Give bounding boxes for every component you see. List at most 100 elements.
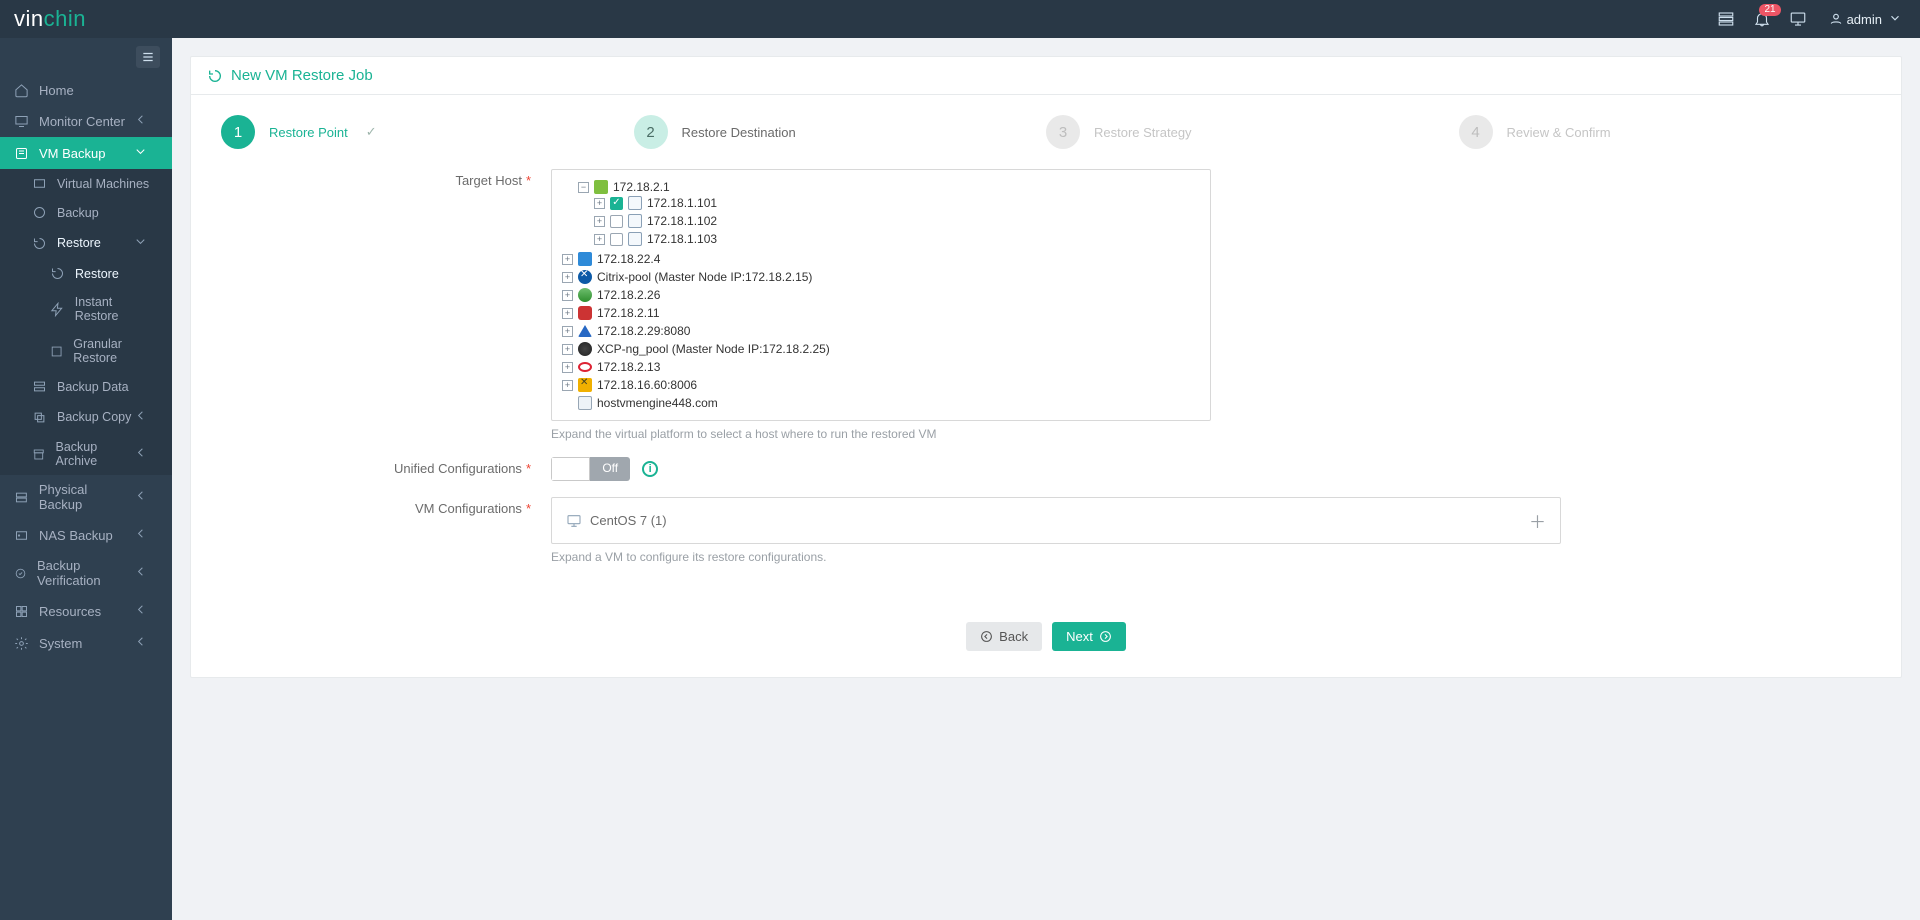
chevron-left-icon xyxy=(133,602,158,620)
target-host-hint: Expand the virtual platform to select a … xyxy=(551,427,1561,441)
expand-icon[interactable]: ＋ xyxy=(1529,508,1546,533)
user-name: admin xyxy=(1847,12,1882,27)
chevron-down-icon xyxy=(1888,11,1906,28)
sidebar-sub-backupdata[interactable]: Backup Data xyxy=(0,372,172,401)
tree-node-label[interactable]: 172.18.2.13 xyxy=(597,360,660,374)
back-button[interactable]: Back xyxy=(966,622,1042,651)
sidebar-item-home[interactable]: Home xyxy=(0,76,172,105)
tree-node-label[interactable]: 172.18.16.60:8006 xyxy=(597,378,697,392)
sidebar-item-vmbackup[interactable]: VM Backup xyxy=(0,137,172,169)
sidebar-item-verification[interactable]: Backup Verification xyxy=(0,551,172,595)
expand-icon[interactable]: + xyxy=(562,308,573,319)
step-number: 4 xyxy=(1459,115,1493,149)
platform-icon xyxy=(578,325,592,337)
wizard-step-3[interactable]: 3 Restore Strategy xyxy=(1046,115,1459,149)
chevron-left-icon xyxy=(133,445,158,463)
tree-node-label[interactable]: 172.18.2.26 xyxy=(597,288,660,302)
expand-icon[interactable]: + xyxy=(562,254,573,265)
next-button[interactable]: Next xyxy=(1052,622,1126,651)
sidebar-item-label: Home xyxy=(39,83,74,98)
sidebar-item-label: Granular Restore xyxy=(73,337,158,365)
sidebar-item-nasbackup[interactable]: NAS Backup xyxy=(0,519,172,551)
chevron-down-icon xyxy=(133,144,158,162)
expand-icon[interactable]: + xyxy=(562,362,573,373)
wizard-step-1[interactable]: 1 Restore Point ✓ xyxy=(221,115,634,149)
expand-icon[interactable]: + xyxy=(562,290,573,301)
sidebar-sub-granular-restore[interactable]: Granular Restore xyxy=(0,330,172,372)
tree-node-label[interactable]: 172.18.2.29:8080 xyxy=(597,324,690,338)
sidebar-sub-restore-restore[interactable]: Restore xyxy=(0,259,172,288)
platform-icon xyxy=(578,270,592,284)
tree-node-label[interactable]: 172.18.1.101 xyxy=(647,196,717,210)
expand-icon[interactable]: + xyxy=(594,198,605,209)
sidebar-sub-backupcopy[interactable]: Backup Copy xyxy=(0,401,172,433)
expand-icon[interactable]: + xyxy=(562,344,573,355)
sidebar-item-monitor[interactable]: Monitor Center xyxy=(0,105,172,137)
sidebar-item-label: Monitor Center xyxy=(39,114,125,129)
tasks-icon[interactable] xyxy=(1717,10,1735,28)
platform-icon xyxy=(578,362,592,372)
main: New VM Restore Job 1 Restore Point ✓ 2 R… xyxy=(172,38,1920,920)
sidebar-item-label: Backup xyxy=(57,206,99,220)
vm-config-row[interactable]: CentOS 7 (1) ＋ xyxy=(551,497,1561,544)
sidebar-sub-backuparchive[interactable]: Backup Archive xyxy=(0,433,172,475)
sidebar-sub-instant-restore[interactable]: Instant Restore xyxy=(0,288,172,330)
expand-icon[interactable]: + xyxy=(594,234,605,245)
wizard-steps: 1 Restore Point ✓ 2 Restore Destination … xyxy=(191,95,1901,163)
next-label: Next xyxy=(1066,629,1093,644)
platform-icon xyxy=(578,378,592,392)
step-number: 3 xyxy=(1046,115,1080,149)
wizard-step-2[interactable]: 2 Restore Destination xyxy=(634,115,1047,149)
target-host-tree[interactable]: − 172.18.2.1 +172.18.1.101 +172.18.1.102 +… xyxy=(551,169,1211,421)
host-checkbox[interactable] xyxy=(610,233,623,246)
platform-icon xyxy=(578,288,592,302)
unified-toggle[interactable]: Off xyxy=(551,457,630,481)
expand-icon[interactable]: + xyxy=(562,380,573,391)
chevron-left-icon xyxy=(133,634,158,652)
sidebar-item-resources[interactable]: Resources xyxy=(0,595,172,627)
step-label: Restore Strategy xyxy=(1094,125,1192,140)
sidebar-item-physicalbackup[interactable]: Physical Backup xyxy=(0,475,172,519)
chevron-left-icon xyxy=(133,564,158,582)
display-icon xyxy=(566,513,582,529)
tree-node-label[interactable]: XCP-ng_pool (Master Node IP:172.18.2.25) xyxy=(597,342,830,356)
platform-icon xyxy=(578,342,592,356)
info-icon[interactable]: i xyxy=(642,461,658,477)
tree-node-label[interactable]: Citrix-pool (Master Node IP:172.18.2.15) xyxy=(597,270,812,284)
tree-node-label[interactable]: 172.18.2.11 xyxy=(597,306,660,320)
collapse-icon[interactable]: − xyxy=(578,182,589,193)
user-menu[interactable]: admin xyxy=(1829,11,1906,28)
sidebar-item-label: Backup Verification xyxy=(37,558,133,588)
sidebar-sub-virtualmachines[interactable]: Virtual Machines xyxy=(0,169,172,198)
sidebar-sub-backup[interactable]: Backup xyxy=(0,198,172,227)
sidebar-item-label: Restore xyxy=(57,236,101,250)
bell-icon[interactable]: 21 xyxy=(1753,10,1771,28)
expand-icon xyxy=(562,398,573,409)
host-checkbox[interactable] xyxy=(610,215,623,228)
tree-node-label[interactable]: 172.18.1.103 xyxy=(647,232,717,246)
chevron-left-icon xyxy=(133,526,158,544)
expand-icon[interactable]: + xyxy=(562,326,573,337)
platform-icon xyxy=(578,306,592,320)
tree-node-label[interactable]: 172.18.1.102 xyxy=(647,214,717,228)
monitor-icon[interactable] xyxy=(1789,10,1807,28)
tree-node-label[interactable]: hostvmengine448.com xyxy=(597,396,718,410)
step-number: 1 xyxy=(221,115,255,149)
sidebar-sub-restore[interactable]: Restore xyxy=(0,227,172,259)
sidebar-item-label: Virtual Machines xyxy=(57,177,149,191)
expand-icon[interactable]: + xyxy=(594,216,605,227)
sidebar-item-system[interactable]: System xyxy=(0,627,172,659)
tree-node-label[interactable]: 172.18.2.1 xyxy=(613,180,670,194)
wizard-step-4[interactable]: 4 Review & Confirm xyxy=(1459,115,1872,149)
topbar: vinchin 21 admin xyxy=(0,0,1920,38)
host-checkbox[interactable] xyxy=(610,197,623,210)
wizard-footer: Back Next xyxy=(191,600,1901,677)
notif-badge: 21 xyxy=(1759,4,1780,16)
expand-icon[interactable]: + xyxy=(562,272,573,283)
check-icon: ✓ xyxy=(366,124,377,140)
brand-b: chin xyxy=(44,6,86,31)
sidebar-collapse[interactable] xyxy=(0,38,172,76)
tree-node-label[interactable]: 172.18.22.4 xyxy=(597,252,660,266)
target-host-label: Target Host* xyxy=(231,169,551,441)
host-icon xyxy=(628,196,642,210)
